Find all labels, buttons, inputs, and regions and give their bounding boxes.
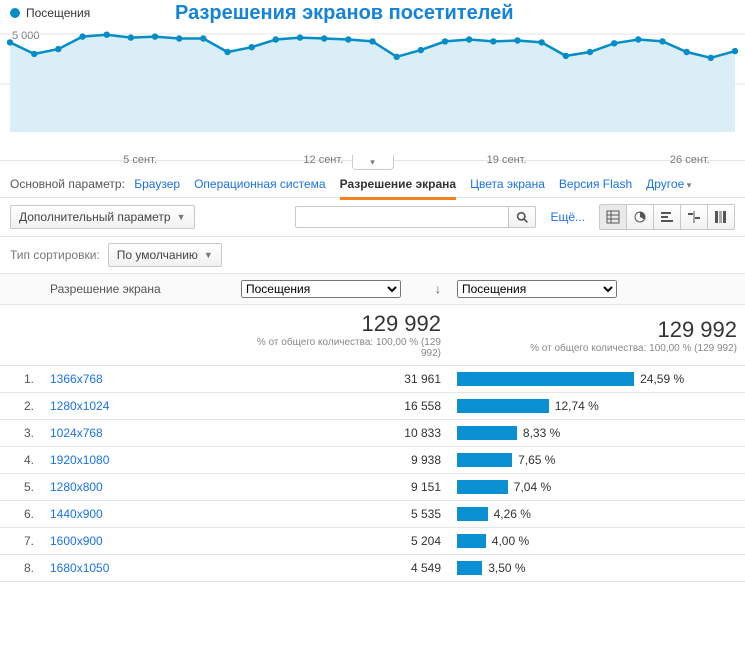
table-row: 4. 1920x1080 9 938 7,65 % (0, 447, 745, 474)
tab-разрешение-экрана[interactable]: Разрешение экрана (340, 177, 457, 200)
row-index: 3. (0, 420, 42, 447)
magnifier-icon (516, 211, 529, 224)
x-tick: 12 сент. (303, 154, 343, 166)
secondary-dimension-label: Дополнительный параметр (19, 210, 171, 224)
controls-row: Дополнительный параметр ▼ Ещё... (0, 197, 745, 237)
view-pivot-button[interactable] (708, 205, 734, 229)
table-icon (606, 210, 620, 224)
row-visits: 31 961 (233, 366, 449, 393)
compare-icon (687, 210, 701, 224)
row-index: 7. (0, 528, 42, 555)
search-box (295, 206, 536, 228)
x-tick: 19 сент. (487, 154, 527, 166)
data-table: Разрешение экрана Посещения ↓ Посещения (0, 273, 745, 582)
row-visits: 5 535 (233, 501, 449, 528)
pivot-icon (714, 210, 728, 224)
resolution-link[interactable]: 1024x768 (50, 426, 103, 440)
pct-label: 24,59 % (640, 372, 684, 386)
pct-label: 4,00 % (492, 534, 529, 548)
sort-label: Тип сортировки: (10, 248, 100, 262)
pct-label: 3,50 % (488, 561, 525, 575)
row-index: 1. (0, 366, 42, 393)
pct-bar (457, 480, 508, 494)
x-tick: 5 сент. (123, 154, 157, 166)
pct-bar (457, 426, 517, 440)
visits-total: 129 992 (241, 311, 441, 337)
tab-другое[interactable]: Другое ▾ (646, 177, 691, 191)
row-visits: 9 938 (233, 447, 449, 474)
secondary-dimension-button[interactable]: Дополнительный параметр ▼ (10, 205, 195, 229)
tab-версия-flash[interactable]: Версия Flash (559, 177, 632, 191)
resolution-link[interactable]: 1366x768 (50, 372, 103, 386)
col-pct-header[interactable]: Посещения (449, 274, 745, 305)
resolution-link[interactable]: 1680x1050 (50, 561, 109, 575)
tabs-label: Основной параметр: (10, 177, 125, 191)
row-visits: 10 833 (233, 420, 449, 447)
resolution-link[interactable]: 1920x1080 (50, 453, 109, 467)
pct-label: 12,74 % (555, 399, 599, 413)
sort-desc-icon[interactable]: ↓ (435, 282, 441, 296)
sort-row: Тип сортировки: По умолчанию ▼ (0, 237, 745, 273)
pct-label: 4,26 % (494, 507, 531, 521)
pct-total-sub: % от общего количества: 100,00 % (129 99… (457, 343, 737, 354)
resolution-link[interactable]: 1440x900 (50, 507, 103, 521)
pie-icon (633, 210, 647, 224)
pct-bar (457, 561, 482, 575)
row-visits: 16 558 (233, 393, 449, 420)
line-chart: Посещения Разрешения экранов посетителей… (0, 0, 745, 161)
view-pie-button[interactable] (627, 205, 654, 229)
col-index-header (0, 274, 42, 305)
chart-collapse-handle[interactable]: ▾ (352, 155, 394, 170)
table-row: 2. 1280x1024 16 558 12,74 % (0, 393, 745, 420)
visits-total-sub: % от общего количества: 100,00 % (129 99… (241, 337, 441, 359)
row-visits: 4 549 (233, 555, 449, 582)
advanced-link[interactable]: Ещё... (550, 210, 585, 224)
view-table-button[interactable] (600, 205, 627, 229)
pct-bar (457, 372, 634, 386)
x-tick: 26 сент. (670, 154, 710, 166)
col-resolution-header[interactable]: Разрешение экрана (42, 274, 233, 305)
resolution-link[interactable]: 1280x1024 (50, 399, 109, 413)
visits-metric-select[interactable]: Посещения (241, 280, 401, 298)
pct-label: 7,04 % (514, 480, 551, 494)
table-row: 8. 1680x1050 4 549 3,50 % (0, 555, 745, 582)
row-index: 8. (0, 555, 42, 582)
view-comparison-button[interactable] (681, 205, 708, 229)
pct-metric-select[interactable]: Посещения (457, 280, 617, 298)
view-performance-button[interactable] (654, 205, 681, 229)
pct-bar (457, 399, 549, 413)
tab-браузер[interactable]: Браузер (134, 177, 180, 191)
chart-svg (0, 14, 745, 134)
row-visits: 5 204 (233, 528, 449, 555)
table-row: 6. 1440x900 5 535 4,26 % (0, 501, 745, 528)
table-row: 7. 1600x900 5 204 4,00 % (0, 528, 745, 555)
tab-операционная-система[interactable]: Операционная система (194, 177, 326, 191)
row-index: 5. (0, 474, 42, 501)
pct-bar (457, 534, 486, 548)
col-visits-header[interactable]: Посещения ↓ (233, 274, 449, 305)
row-index: 2. (0, 393, 42, 420)
caret-down-icon: ▼ (177, 212, 186, 222)
table-row: 3. 1024x768 10 833 8,33 % (0, 420, 745, 447)
table-row: 1. 1366x768 31 961 24,59 % (0, 366, 745, 393)
resolution-link[interactable]: 1600x900 (50, 534, 103, 548)
row-index: 4. (0, 447, 42, 474)
pct-label: 8,33 % (523, 426, 560, 440)
sort-value: По умолчанию (117, 248, 198, 262)
row-visits: 9 151 (233, 474, 449, 501)
sort-type-button[interactable]: По умолчанию ▼ (108, 243, 222, 267)
search-button[interactable] (508, 206, 536, 228)
view-toggle-group (599, 204, 735, 230)
table-row: 5. 1280x800 9 151 7,04 % (0, 474, 745, 501)
search-input[interactable] (295, 206, 508, 228)
bars-icon (660, 210, 674, 224)
row-index: 6. (0, 501, 42, 528)
resolution-link[interactable]: 1280x800 (50, 480, 103, 494)
tab-цвета-экрана[interactable]: Цвета экрана (470, 177, 545, 191)
pct-bar (457, 453, 512, 467)
pct-total: 129 992 (457, 317, 737, 343)
pct-label: 7,65 % (518, 453, 555, 467)
caret-down-icon: ▼ (204, 250, 213, 260)
pct-bar (457, 507, 488, 521)
